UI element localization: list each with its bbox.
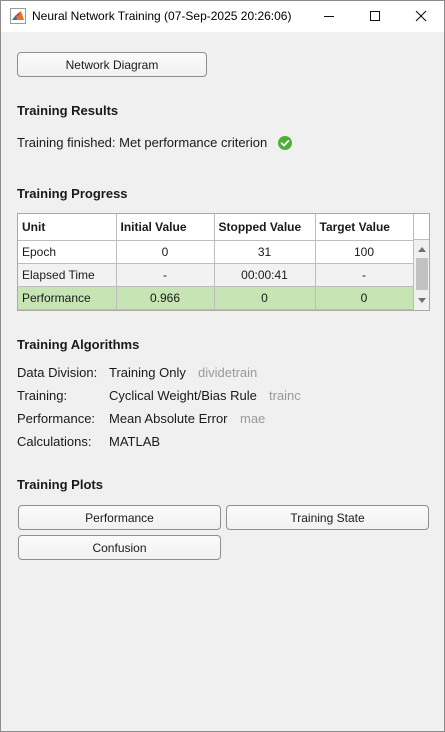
maximize-icon	[370, 11, 380, 21]
column-header-target[interactable]: Target Value	[314, 214, 414, 241]
table-vertical-scrollbar[interactable]	[413, 214, 429, 310]
calculations-value: MATLAB	[109, 434, 161, 449]
cell-stopped: 00:00:41	[213, 262, 316, 287]
cell-stopped: 31	[213, 239, 316, 264]
cell-stopped: 0	[213, 285, 316, 310]
cell-unit: Performance	[18, 285, 117, 310]
scroll-up-icon[interactable]	[418, 247, 426, 252]
table-row-performance[interactable]: Performance 0.966 0 0	[18, 285, 414, 310]
scroll-down-icon[interactable]	[418, 298, 426, 303]
training-results-heading: Training Results	[17, 103, 119, 118]
window-title: Neural Network Training (07-Sep-2025 20:…	[32, 9, 292, 23]
cell-initial: -	[115, 262, 215, 287]
close-button[interactable]	[398, 1, 444, 32]
training-progress-heading: Training Progress	[17, 186, 128, 201]
minimize-icon	[324, 16, 334, 17]
column-header-initial[interactable]: Initial Value	[115, 214, 215, 241]
maximize-button[interactable]	[352, 1, 398, 32]
scrollbar-thumb[interactable]	[416, 258, 428, 290]
performance-code: mae	[240, 411, 266, 426]
cell-initial: 0	[115, 239, 215, 264]
data-division-code: dividetrain	[198, 365, 258, 380]
minimize-button[interactable]	[306, 1, 352, 32]
cell-unit: Elapsed Time	[18, 262, 117, 287]
training-window: Neural Network Training (07-Sep-2025 20:…	[0, 0, 445, 732]
network-diagram-button[interactable]: Network Diagram	[17, 52, 207, 77]
performance-label: Performance:	[17, 411, 96, 426]
cell-initial: 0.966	[115, 285, 215, 310]
table-row-epoch[interactable]: Epoch 0 31 100	[18, 239, 414, 264]
training-state-plot-button[interactable]: Training State	[226, 505, 429, 530]
column-header-stopped[interactable]: Stopped Value	[213, 214, 316, 241]
training-value: Cyclical Weight/Bias Rule	[109, 388, 257, 403]
check-circle-icon	[278, 136, 292, 150]
cell-target: -	[314, 262, 414, 287]
table-row-elapsed-time[interactable]: Elapsed Time - 00:00:41 -	[18, 262, 414, 287]
cell-target: 0	[314, 285, 414, 310]
training-progress-table: Unit Initial Value Stopped Value Target …	[17, 213, 430, 311]
performance-value: Mean Absolute Error	[109, 411, 228, 426]
cell-target: 100	[314, 239, 414, 264]
training-plots-heading: Training Plots	[17, 477, 103, 492]
column-header-unit[interactable]: Unit	[18, 214, 117, 241]
confusion-plot-button[interactable]: Confusion	[18, 535, 221, 560]
data-division-value: Training Only	[109, 365, 186, 380]
training-code: trainc	[269, 388, 301, 403]
cell-unit: Epoch	[18, 239, 117, 264]
table-header-row: Unit Initial Value Stopped Value Target …	[18, 214, 414, 241]
close-icon	[415, 10, 427, 22]
performance-plot-button[interactable]: Performance	[18, 505, 221, 530]
training-label: Training:	[17, 388, 68, 403]
title-bar[interactable]: Neural Network Training (07-Sep-2025 20:…	[1, 1, 444, 32]
matlab-icon	[10, 8, 26, 24]
table-header-corner	[414, 214, 429, 240]
calculations-label: Calculations:	[17, 434, 92, 449]
training-algorithms-heading: Training Algorithms	[17, 337, 140, 352]
training-status-text: Training finished: Met performance crite…	[17, 135, 268, 150]
data-division-label: Data Division:	[17, 365, 98, 380]
